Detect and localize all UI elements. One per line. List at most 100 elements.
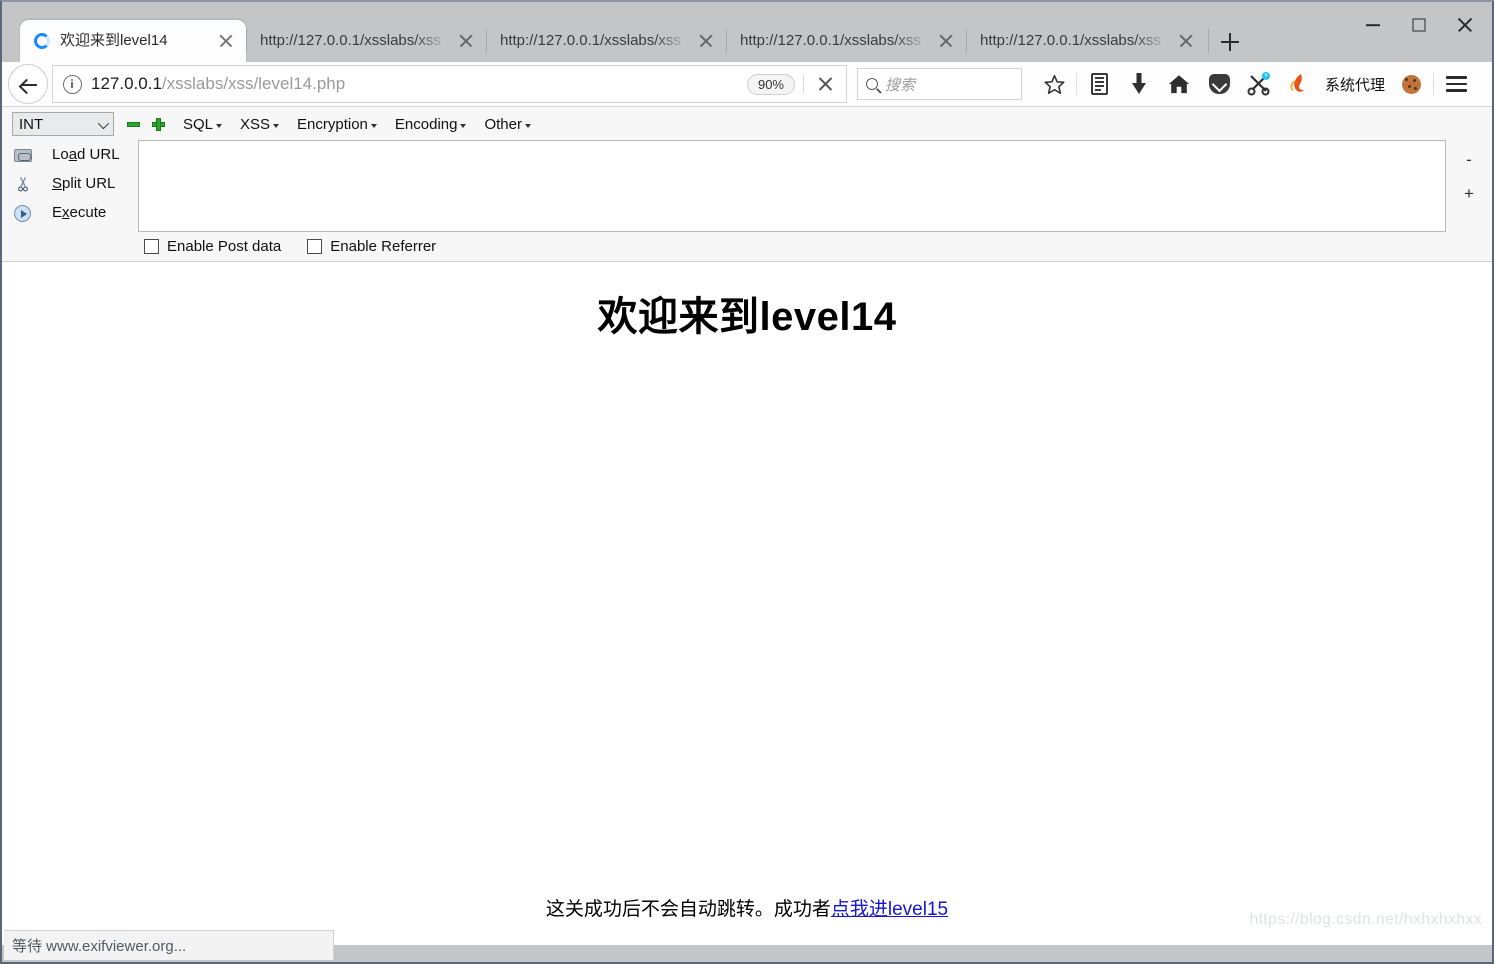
reader-view-button[interactable] <box>1079 64 1119 104</box>
home-icon <box>1168 75 1190 94</box>
hackbar-actions: Load URL Split URL Execute <box>2 140 138 232</box>
downloads-button[interactable] <box>1119 64 1159 104</box>
tab-close-icon[interactable] <box>934 29 958 53</box>
zoom-level-badge[interactable]: 90% <box>746 73 795 95</box>
watermark: https://blog.csdn.net/hxhxhxhxx <box>1249 911 1482 928</box>
hackbar-menu-other[interactable]: Other <box>484 116 531 133</box>
tab-title: http://127.0.0.1/xsslabs/xss <box>740 32 921 49</box>
tab-close-icon[interactable] <box>214 29 238 53</box>
stop-icon[interactable] <box>808 69 842 99</box>
minimize-button[interactable] <box>1350 2 1396 48</box>
pocket-button[interactable] <box>1199 64 1239 104</box>
pocket-icon <box>1209 74 1230 94</box>
checkbox-icon[interactable] <box>144 239 159 254</box>
caret-down-icon <box>370 124 377 128</box>
browser-tab-4[interactable]: http://127.0.0.1/xsslabs/xss <box>726 20 966 62</box>
page-footer-text: 这关成功后不会自动跳转。成功者 <box>545 899 831 920</box>
reader-view-icon <box>1091 73 1108 95</box>
url-host: 127.0.0.1 <box>91 74 162 93</box>
browser-window: 欢迎来到level14 http://127.0.0.1/xsslabs/xss… <box>0 0 1494 964</box>
divider <box>803 74 804 94</box>
new-tab-button[interactable] <box>1208 20 1254 62</box>
browser-tab-3[interactable]: http://127.0.0.1/xsslabs/xss <box>486 20 726 62</box>
loading-spinner-icon <box>34 33 50 49</box>
enable-referrer-label: Enable Referrer <box>330 238 437 255</box>
split-url-label: Split URL <box>52 175 116 192</box>
proxy-label[interactable]: 系统代理 <box>1325 74 1385 95</box>
menu-label: Encoding <box>394 115 458 133</box>
tab-title: http://127.0.0.1/xsslabs/xss <box>500 32 681 49</box>
page-content: 欢迎来到level14 这关成功后不会自动跳转。成功者点我进level15 ht… <box>2 262 1492 945</box>
add-icon[interactable] <box>152 117 165 131</box>
search-input[interactable]: 搜索 <box>857 68 1022 100</box>
enable-post-data-label: Enable Post data <box>167 238 282 255</box>
svg-text:*: * <box>1264 73 1267 82</box>
hackbar-menu-row: INT SQL XSS Encryption Encoding Other <box>2 107 1492 137</box>
divider <box>1076 73 1077 95</box>
hackbar-options: Enable Post data Enable Referrer <box>2 232 1492 255</box>
hackbar-zoom-out-button[interactable]: - <box>1454 143 1484 177</box>
page-title: 欢迎来到level14 <box>597 295 897 339</box>
next-level-link[interactable]: 点我进level15 <box>831 899 948 920</box>
tab-title: http://127.0.0.1/xsslabs/xss <box>260 32 441 49</box>
tab-strip: 欢迎来到level14 http://127.0.0.1/xsslabs/xss… <box>2 2 1492 62</box>
hackbar-menu-encoding[interactable]: Encoding <box>395 116 467 133</box>
status-bar: 等待 www.exifviewer.org... <box>4 930 334 960</box>
maximize-icon <box>1412 18 1426 32</box>
chevron-down-icon <box>97 117 110 130</box>
browser-tab-1[interactable]: 欢迎来到level14 <box>20 20 246 62</box>
tab-close-icon[interactable] <box>694 29 718 53</box>
back-arrow-icon <box>20 77 37 93</box>
caret-down-icon <box>460 124 467 128</box>
split-url-button[interactable]: Split URL <box>12 169 138 198</box>
menu-label: XSS <box>240 115 271 133</box>
flame-button[interactable] <box>1279 64 1319 104</box>
caret-down-icon <box>216 124 223 128</box>
browser-tab-5[interactable]: http://127.0.0.1/xsslabs/xss <box>966 20 1206 62</box>
home-button[interactable] <box>1159 64 1199 104</box>
address-bar[interactable]: 127.0.0.1/xsslabs/xss/level14.php 90% <box>52 65 847 103</box>
screenshot-tool-button[interactable]: * <box>1239 64 1279 104</box>
tab-title: http://127.0.0.1/xsslabs/xss <box>980 32 1161 49</box>
enable-post-data-checkbox[interactable]: Enable Post data <box>144 238 281 255</box>
tab-title: 欢迎来到level14 <box>60 32 168 49</box>
cookie-manager-button[interactable] <box>1391 64 1431 104</box>
hackbar-toolbar: INT SQL XSS Encryption Encoding Other Lo… <box>2 107 1492 262</box>
divider <box>1433 73 1435 95</box>
load-url-button[interactable]: Load URL <box>12 140 138 169</box>
plus-icon <box>1221 33 1239 51</box>
execute-button[interactable]: Execute <box>12 198 138 227</box>
hackbar-menu-xss[interactable]: XSS <box>240 115 280 133</box>
enable-referrer-checkbox[interactable]: Enable Referrer <box>307 238 436 255</box>
hackbar-zoom-in-button[interactable]: + <box>1454 177 1484 211</box>
browser-tab-2[interactable]: http://127.0.0.1/xsslabs/xss <box>246 20 486 62</box>
tab-close-icon[interactable] <box>1174 29 1198 53</box>
menu-label: Encryption <box>297 115 368 133</box>
hamburger-menu-button[interactable] <box>1436 64 1476 104</box>
tab-close-icon[interactable] <box>454 29 478 53</box>
maximize-button[interactable] <box>1396 2 1442 48</box>
navigation-toolbar: 127.0.0.1/xsslabs/xss/level14.php 90% 搜索 <box>2 62 1492 107</box>
hackbar-menu-sql[interactable]: SQL <box>183 115 223 133</box>
hackbar-menu-encryption[interactable]: Encryption <box>297 116 377 133</box>
bookmark-star-button[interactable] <box>1034 64 1074 104</box>
checkbox-icon[interactable] <box>307 239 323 254</box>
window-controls <box>1350 2 1488 48</box>
info-icon[interactable] <box>63 74 82 94</box>
caret-down-icon <box>524 124 531 128</box>
minimize-icon <box>1366 24 1380 26</box>
hackbar-url-textarea[interactable] <box>138 140 1446 232</box>
remove-icon[interactable] <box>127 121 140 127</box>
downloads-icon <box>1132 73 1146 94</box>
cookie-manager-icon <box>1402 75 1422 94</box>
menu-label: SQL <box>183 115 214 133</box>
bookmark-star-icon <box>1044 74 1065 95</box>
screenshot-tool-icon: * <box>1247 72 1270 96</box>
back-button[interactable] <box>8 64 48 104</box>
menu-label: Other <box>484 115 522 133</box>
hackbar-type-select[interactable]: INT <box>12 112 114 136</box>
close-button[interactable] <box>1442 2 1488 48</box>
split-url-icon <box>12 173 34 195</box>
close-icon <box>1456 16 1474 34</box>
hackbar-body: Load URL Split URL Execute <box>2 137 1492 232</box>
